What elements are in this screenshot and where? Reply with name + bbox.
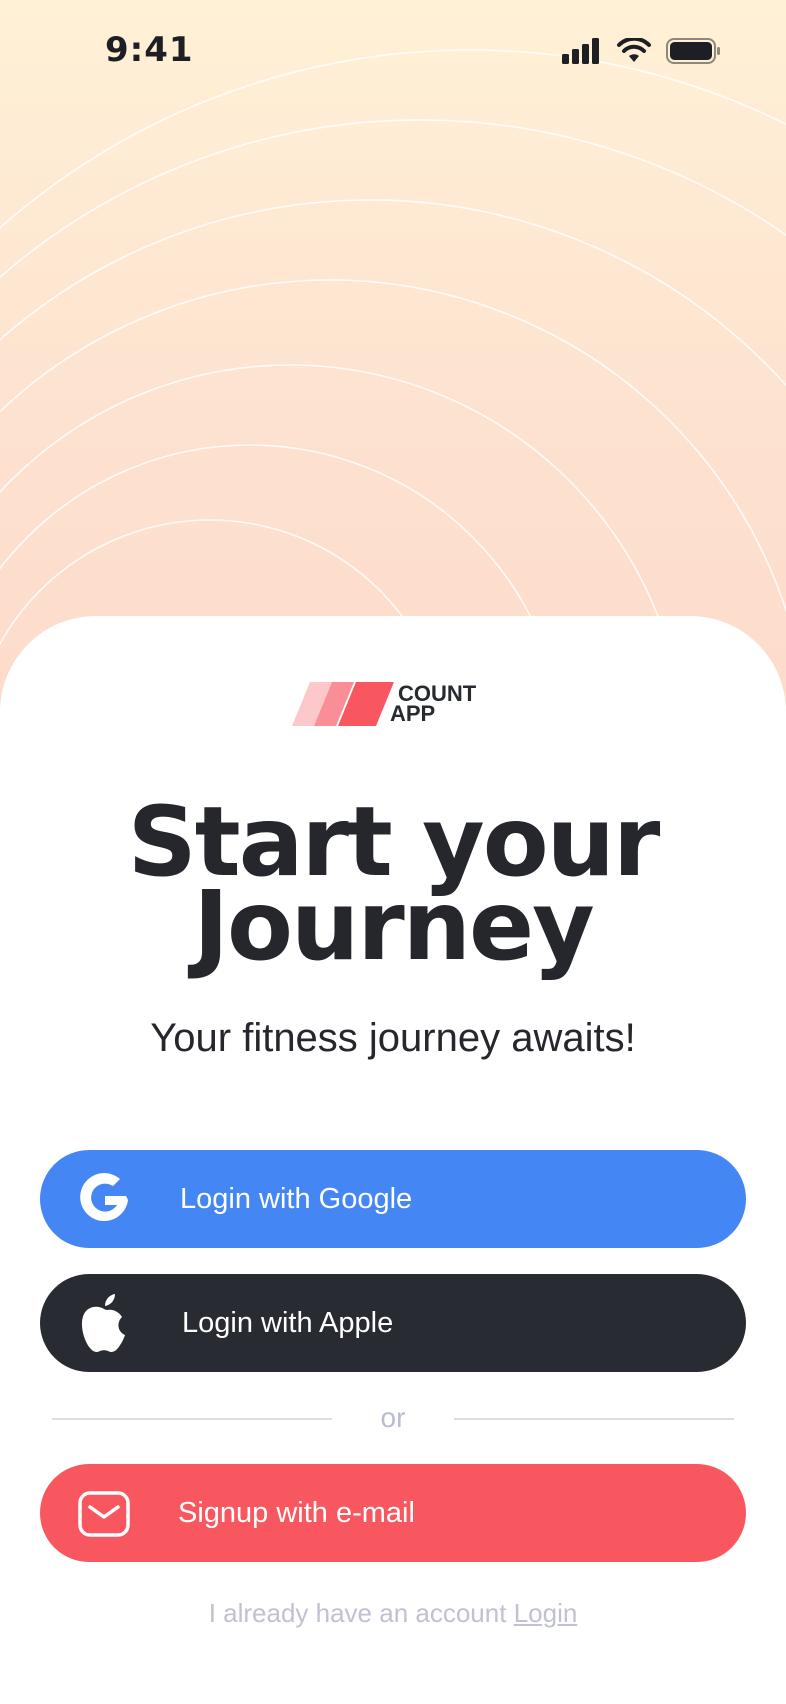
login-google-label: Login with Google	[180, 1183, 413, 1215]
login-prompt-text: I already have an account	[208, 1598, 507, 1628]
signup-email-label: Signup with e-mail	[178, 1497, 415, 1529]
logo-stripes-icon	[292, 682, 394, 726]
subtitle: Your fitness journey awaits!	[150, 1016, 636, 1060]
login-link[interactable]: Login	[514, 1598, 578, 1628]
wifi-icon	[617, 38, 651, 62]
mail-icon	[78, 1491, 130, 1537]
title-line2: Journey	[193, 870, 594, 982]
battery-icon	[666, 38, 720, 64]
signup-email-button[interactable]: Signup with e-mail	[40, 1464, 746, 1562]
status-time: 9:41	[105, 30, 194, 70]
login-google-button[interactable]: Login with Google	[40, 1150, 746, 1248]
login-apple-button[interactable]: Login with Apple	[40, 1274, 746, 1372]
login-apple-label: Login with Apple	[182, 1307, 394, 1339]
cellular-signal-icon	[562, 38, 599, 64]
google-icon	[80, 1173, 128, 1222]
app-logo: COUNT APP	[292, 682, 476, 726]
logo-text-line2: APP	[390, 701, 436, 726]
divider-line-right	[454, 1418, 734, 1420]
apple-icon	[81, 1294, 125, 1352]
page-title: Start your Journey	[0, 794, 786, 982]
status-bar: 9:41	[0, 0, 786, 108]
or-divider: or	[0, 1400, 786, 1440]
login-prompt: I already have an account Login	[0, 1598, 786, 1629]
